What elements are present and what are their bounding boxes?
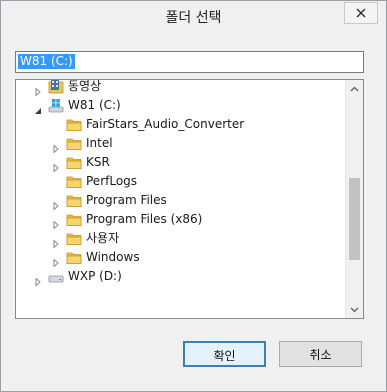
vertical-scrollbar[interactable] xyxy=(345,80,363,318)
tree-item[interactable]: PerfLogs xyxy=(16,172,345,191)
collapsed-arrow-icon[interactable] xyxy=(52,216,60,230)
tree-item[interactable]: KSR xyxy=(16,153,345,173)
video-library-icon xyxy=(48,80,64,94)
collapsed-arrow-icon xyxy=(35,277,41,287)
folder-icon xyxy=(66,155,82,170)
folder-path-input[interactable]: W81 (C:) xyxy=(15,51,364,73)
tree-item[interactable]: WXP (D:) xyxy=(16,267,345,287)
close-icon xyxy=(356,8,366,18)
tree-item-label: PerfLogs xyxy=(86,174,138,188)
folder-icon xyxy=(66,174,82,189)
video-library-icon xyxy=(48,80,64,94)
collapsed-arrow-icon xyxy=(53,239,59,249)
collapsed-arrow-icon xyxy=(53,258,59,268)
folder-icon xyxy=(66,193,82,208)
windows-drive-icon xyxy=(48,99,64,113)
collapsed-arrow-icon xyxy=(53,201,59,211)
folder-icon xyxy=(66,233,82,245)
tree-item[interactable]: Program Files (x86) xyxy=(16,210,345,230)
tree-item-label: 사용자 xyxy=(86,231,120,245)
folder-path-value: W81 (C:) xyxy=(18,54,75,69)
folder-icon xyxy=(66,195,82,207)
tree-item-label: WXP (D:) xyxy=(68,269,122,283)
folder-icon xyxy=(66,136,82,151)
collapsed-arrow-icon[interactable] xyxy=(34,83,42,97)
scroll-thumb[interactable] xyxy=(349,178,360,260)
scroll-up-button[interactable] xyxy=(346,80,363,97)
collapsed-arrow-icon[interactable] xyxy=(34,273,42,287)
folder-icon xyxy=(66,252,82,264)
folder-icon xyxy=(66,214,82,226)
folder-icon xyxy=(66,250,82,265)
tree-item[interactable]: FairStars_Audio_Converter xyxy=(16,115,345,134)
collapsed-arrow-icon[interactable] xyxy=(52,140,60,154)
title-bar[interactable]: 폴더 선택 xyxy=(1,1,386,33)
tree-item[interactable]: 사용자 xyxy=(16,229,345,249)
folder-icon xyxy=(66,231,82,246)
tree-item[interactable]: Program Files xyxy=(16,191,345,211)
scroll-down-button[interactable] xyxy=(346,301,363,318)
tree-item[interactable]: 동영상 xyxy=(16,79,345,97)
cancel-button[interactable]: 취소 xyxy=(279,341,362,367)
folder-select-dialog: 폴더 선택 W81 (C:) 동영상 W81 (C:) FairStars_Audi… xyxy=(0,0,387,392)
drive-icon xyxy=(48,269,64,284)
folder-icon xyxy=(66,212,82,227)
folder-icon xyxy=(66,157,82,169)
windows-drive-icon xyxy=(48,98,64,113)
tree-item[interactable]: W81 (C:) xyxy=(16,96,345,115)
folder-icon xyxy=(66,176,82,188)
tree-item-label: Program Files (x86) xyxy=(86,212,203,226)
ok-button[interactable]: 확인 xyxy=(183,341,266,367)
folder-icon xyxy=(66,138,82,150)
tree-item[interactable]: Intel xyxy=(16,134,345,154)
collapsed-arrow-icon[interactable] xyxy=(52,197,60,211)
tree-item-label: FairStars_Audio_Converter xyxy=(86,117,245,131)
expanded-arrow-icon xyxy=(35,108,41,114)
dialog-title: 폴더 선택 xyxy=(165,10,222,26)
collapsed-arrow-icon xyxy=(35,87,41,97)
tree-item-label: KSR xyxy=(86,155,110,169)
tree-item-label: Intel xyxy=(86,136,113,150)
folder-icon xyxy=(66,119,82,131)
collapsed-arrow-icon[interactable] xyxy=(52,254,60,268)
collapsed-arrow-icon xyxy=(53,163,59,173)
tree-item-label: Program Files xyxy=(86,193,167,207)
folder-icon xyxy=(66,117,82,132)
folder-tree[interactable]: 동영상 W81 (C:) FairStars_Audio_Converter Inte… xyxy=(15,79,364,319)
close-button[interactable] xyxy=(344,2,378,24)
tree-item-label: W81 (C:) xyxy=(68,98,121,112)
tree-item-label: Windows xyxy=(86,250,140,264)
expanded-arrow-icon[interactable] xyxy=(34,102,42,114)
folder-tree-list: 동영상 W81 (C:) FairStars_Audio_Converter Inte… xyxy=(16,80,345,318)
collapsed-arrow-icon xyxy=(53,220,59,230)
tree-item[interactable]: Windows xyxy=(16,248,345,268)
chevron-down-icon xyxy=(350,307,359,312)
collapsed-arrow-icon xyxy=(53,144,59,154)
collapsed-arrow-icon[interactable] xyxy=(52,159,60,173)
drive-icon xyxy=(48,275,64,283)
collapsed-arrow-icon[interactable] xyxy=(52,235,60,249)
tree-item-label: 동영상 xyxy=(68,79,102,93)
chevron-up-icon xyxy=(350,86,359,91)
